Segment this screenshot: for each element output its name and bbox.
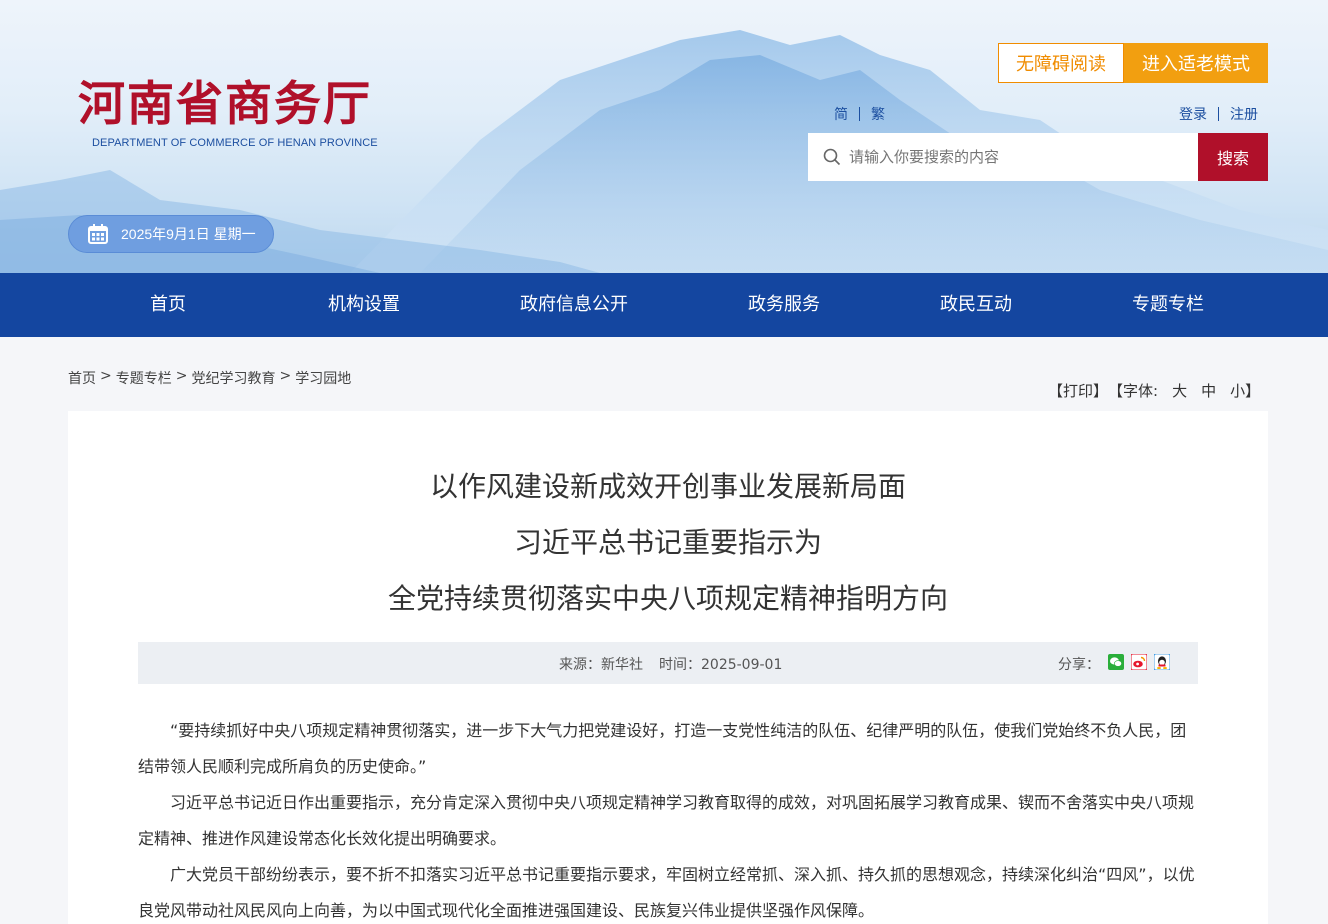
article-paragraph: “要持续抓好中央八项规定精神贯彻落实，进一步下大气力把党建设好，打造一支党性纯洁…: [138, 721, 1187, 776]
article-title-line: 习近平总书记重要指示为: [513, 526, 822, 559]
font-size-label: 【字体:: [1108, 382, 1159, 400]
traditional-chinese-link[interactable]: 繁: [871, 104, 885, 124]
article-source: 来源：新华社: [559, 657, 643, 673]
nav-item-gov-info[interactable]: 政府信息公开: [520, 273, 628, 337]
breadcrumb-separator: >: [100, 368, 112, 384]
simplified-chinese-link[interactable]: 简: [834, 104, 848, 124]
print-button[interactable]: 【打印】: [1048, 380, 1108, 401]
divider: [1218, 107, 1219, 121]
main-navigation: 首页 机构设置 政府信息公开 政务服务 政民互动 专题专栏: [0, 273, 1328, 337]
font-medium-button[interactable]: 中: [1201, 380, 1216, 401]
share-label: 分享：: [1058, 657, 1100, 673]
nav-item-interaction[interactable]: 政民互动: [940, 273, 1012, 337]
nav-item-home[interactable]: 首页: [150, 273, 186, 337]
article-title-line: 以作风建设新成效开创事业发展新局面: [429, 470, 906, 503]
search-input[interactable]: [849, 148, 1179, 166]
article-tools: 【打印】 【字体: 大 中 小 】: [1048, 380, 1260, 401]
breadcrumb-item-home[interactable]: 首页: [68, 368, 96, 388]
breadcrumb-item-study-garden[interactable]: 学习园地: [295, 368, 351, 388]
article-meta-bar: 来源：新华社 时间：2025-09-01 分享：: [138, 642, 1198, 684]
font-size-bracket: 】: [1245, 382, 1261, 400]
nav-item-special-topics[interactable]: 专题专栏: [1132, 273, 1204, 337]
date-text: 2025年9月1日 星期一: [121, 226, 256, 242]
divider: [859, 107, 860, 121]
breadcrumb-item-party-education[interactable]: 党纪学习教育: [191, 368, 275, 388]
breadcrumb-separator: >: [175, 368, 188, 384]
share-icons: [1108, 653, 1171, 671]
font-small-button[interactable]: 小: [1230, 380, 1245, 401]
breadcrumb-item-special-topics[interactable]: 专题专栏: [116, 368, 172, 388]
qq-icon[interactable]: [1153, 653, 1171, 671]
breadcrumb-separator: >: [279, 368, 292, 384]
article-paragraph: 广大党员干部纷纷表示，要不折不扣落实习近平总书记重要指示要求，牢固树立经常抓、深…: [138, 865, 1195, 920]
article-body: “要持续抓好中央八项规定精神贯彻落实，进一步下大气力把党建设好，打造一支党性纯洁…: [138, 713, 1198, 924]
article-container: 以作风建设新成效开创事业发展新局面 习近平总书记重要指示为 全党持续贯彻落实中央…: [68, 411, 1268, 924]
accessibility-reading-button[interactable]: 无障碍阅读: [998, 43, 1124, 83]
nav-item-gov-services[interactable]: 政务服务: [748, 273, 820, 337]
weibo-icon[interactable]: [1130, 653, 1148, 671]
date-badge: 2025年9月1日 星期一: [68, 215, 274, 253]
nav-item-organization[interactable]: 机构设置: [328, 273, 400, 337]
wechat-icon[interactable]: [1108, 654, 1124, 670]
site-logo-subtitle: DEPARTMENT OF COMMERCE OF HENAN PROVINCE: [92, 137, 378, 149]
search-button[interactable]: 搜索: [1198, 133, 1268, 181]
register-link[interactable]: 注册: [1230, 104, 1258, 124]
article-title-line: 全党持续贯彻落实中央八项规定精神指明方向: [387, 582, 948, 615]
search-box: [808, 133, 1198, 181]
language-switch: 简 繁: [834, 104, 885, 124]
elder-mode-button[interactable]: 进入适老模式: [1124, 43, 1268, 83]
auth-links: 登录 注册: [1179, 104, 1258, 124]
article-paragraph: 习近平总书记近日作出重要指示，充分肯定深入贯彻中央八项规定精神学习教育取得的成效…: [138, 793, 1195, 848]
breadcrumb: 首页 > 专题专栏 > 党纪学习教育 > 学习园地: [68, 368, 351, 388]
login-link[interactable]: 登录: [1179, 104, 1207, 124]
font-large-button[interactable]: 大: [1172, 380, 1187, 401]
calendar-icon: [88, 224, 108, 244]
article-time: 时间：2025-09-01: [659, 657, 783, 673]
site-logo-title[interactable]: 河南省商务厅: [78, 74, 372, 136]
search-icon: [823, 148, 841, 166]
